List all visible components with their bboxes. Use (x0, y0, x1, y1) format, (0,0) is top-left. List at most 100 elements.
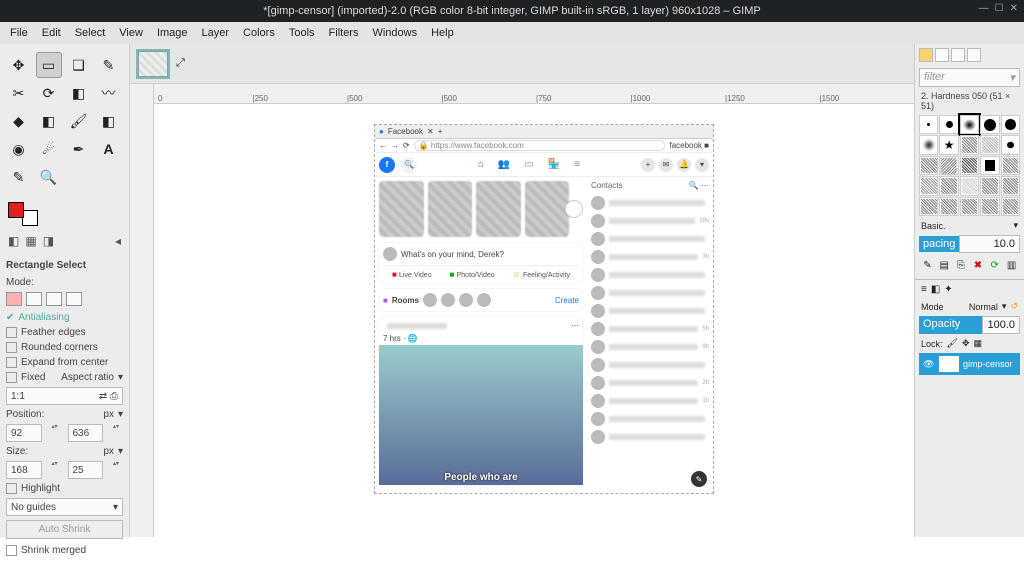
highlight-checkbox[interactable] (6, 483, 17, 494)
guides-dropdown[interactable]: No guides▾ (6, 498, 123, 516)
brush-item[interactable] (1001, 156, 1020, 175)
brush-indicator-icon[interactable]: ◧ (8, 234, 19, 248)
brush-item[interactable] (960, 176, 979, 195)
size-w-field[interactable]: 168 (6, 461, 42, 479)
tab-patterns[interactable] (935, 48, 949, 62)
autoshrink-button[interactable]: Auto Shrink (6, 520, 123, 539)
spacing-field[interactable]: 10.0 (959, 235, 1020, 253)
brush-item[interactable] (919, 135, 938, 154)
pattern-indicator-icon[interactable]: ▦ (25, 234, 36, 248)
menu-filters[interactable]: Filters (323, 25, 365, 41)
refresh-brush-icon[interactable]: ⟳ (988, 258, 1001, 272)
ratio-field[interactable]: 1:1⇄ ⎙ (6, 387, 123, 405)
tool-color-picker[interactable]: ✎ (6, 164, 32, 190)
layer-row[interactable]: 👁 gimp-censor (919, 353, 1020, 375)
mode-dropdown[interactable]: Normal (969, 302, 998, 312)
menu-help[interactable]: Help (425, 25, 460, 41)
tab-paths[interactable]: ✦ (944, 284, 952, 295)
shrink-merged-checkbox[interactable] (6, 545, 17, 556)
menu-view[interactable]: View (113, 25, 149, 41)
mode-replace[interactable] (6, 292, 22, 306)
close-icon[interactable]: ✕ (1010, 3, 1018, 14)
gradient-indicator-icon[interactable]: ◨ (43, 234, 54, 248)
expand-checkbox[interactable] (6, 357, 17, 368)
tool-smudge[interactable]: ☄ (36, 136, 62, 162)
brush-item[interactable] (980, 135, 999, 154)
tool-text[interactable]: A (96, 136, 122, 162)
brush-item[interactable] (960, 115, 979, 134)
brush-item[interactable] (919, 176, 938, 195)
tab-layers[interactable]: ≡ (921, 284, 927, 295)
maximize-icon[interactable]: ☐ (995, 3, 1004, 14)
pos-x-field[interactable]: 92 (6, 424, 42, 442)
canvas[interactable]: ●Facebook✕+ ←→⟳ 🔒 https://www.facebook.c… (374, 124, 714, 494)
fg-color-swatch[interactable] (8, 202, 24, 218)
minimize-icon[interactable]: — (979, 3, 989, 14)
brush-item[interactable] (939, 115, 958, 134)
lock-pixels-icon[interactable]: 🖌 (947, 338, 958, 349)
tool-brush[interactable]: 🖌 (66, 108, 92, 134)
brush-item[interactable] (1001, 197, 1020, 216)
brush-item[interactable] (960, 197, 979, 216)
mode-intersect[interactable] (66, 292, 82, 306)
tool-eraser[interactable]: ◧ (96, 108, 122, 134)
bg-color-swatch[interactable] (22, 210, 38, 226)
lock-alpha-icon[interactable]: ▦ (974, 338, 983, 349)
brush-item[interactable] (980, 156, 999, 175)
tab-brushes[interactable] (919, 48, 933, 62)
tool-bucket[interactable]: ◆ (6, 108, 32, 134)
feather-checkbox[interactable] (6, 327, 17, 338)
brush-filter-input[interactable]: filter▾ (919, 68, 1020, 87)
delete-brush-icon[interactable]: ✖ (971, 258, 984, 272)
brush-item[interactable]: ★ (939, 135, 958, 154)
menu-tools[interactable]: Tools (283, 25, 321, 41)
brush-item[interactable] (919, 156, 938, 175)
rounded-checkbox[interactable] (6, 342, 17, 353)
menu-windows[interactable]: Windows (366, 25, 423, 41)
fixed-checkbox[interactable] (6, 372, 17, 383)
tool-zoom[interactable]: 🔍 (36, 164, 62, 190)
tool-rotate[interactable]: ⟳ (36, 80, 62, 106)
brush-item[interactable] (919, 115, 938, 134)
tool-gradient[interactable]: ◧ (36, 108, 62, 134)
brush-item[interactable] (919, 197, 938, 216)
tool-warp[interactable]: 〰 (96, 80, 122, 106)
tool-free-select[interactable]: ❏ (66, 52, 92, 78)
tab-expand-icon[interactable]: ⤢ (176, 57, 185, 70)
brush-preset[interactable]: Basic.▾ (915, 218, 1024, 233)
open-brush-icon[interactable]: ▥ (1005, 258, 1018, 272)
menu-layer[interactable]: Layer (196, 25, 236, 41)
tool-transform[interactable]: ◧ (66, 80, 92, 106)
opacity-field[interactable]: 100.0 (982, 316, 1020, 334)
brush-item[interactable] (1001, 176, 1020, 195)
brush-item[interactable] (980, 197, 999, 216)
brush-item[interactable] (939, 197, 958, 216)
new-brush-icon[interactable]: ▤ (938, 258, 951, 272)
size-h-field[interactable]: 25 (68, 461, 104, 479)
dup-brush-icon[interactable]: ⎘ (955, 258, 968, 272)
tool-fuzzy-select[interactable]: ✎ (96, 52, 122, 78)
brush-item[interactable] (939, 176, 958, 195)
menu-select[interactable]: Select (69, 25, 112, 41)
tool-path[interactable]: ✒ (66, 136, 92, 162)
tab-channels[interactable]: ◧ (931, 284, 940, 295)
brush-item[interactable] (1001, 135, 1020, 154)
edit-brush-icon[interactable]: ✎ (921, 258, 934, 272)
brush-item[interactable] (960, 135, 979, 154)
tool-crop[interactable]: ✂ (6, 80, 32, 106)
menu-edit[interactable]: Edit (36, 25, 67, 41)
mode-subtract[interactable] (46, 292, 62, 306)
mode-add[interactable] (26, 292, 42, 306)
brush-item[interactable] (980, 176, 999, 195)
tool-move[interactable]: ✥ (6, 52, 32, 78)
menu-colors[interactable]: Colors (237, 25, 281, 41)
pos-y-field[interactable]: 636 (68, 424, 104, 442)
menu-file[interactable]: File (4, 25, 34, 41)
dock-menu-icon[interactable]: ◂ (115, 234, 121, 248)
menu-image[interactable]: Image (151, 25, 194, 41)
tool-clone[interactable]: ◉ (6, 136, 32, 162)
brush-item[interactable] (1001, 115, 1020, 134)
image-tab-1[interactable] (138, 51, 168, 77)
brush-item[interactable] (960, 156, 979, 175)
lock-position-icon[interactable]: ✥ (962, 338, 970, 349)
